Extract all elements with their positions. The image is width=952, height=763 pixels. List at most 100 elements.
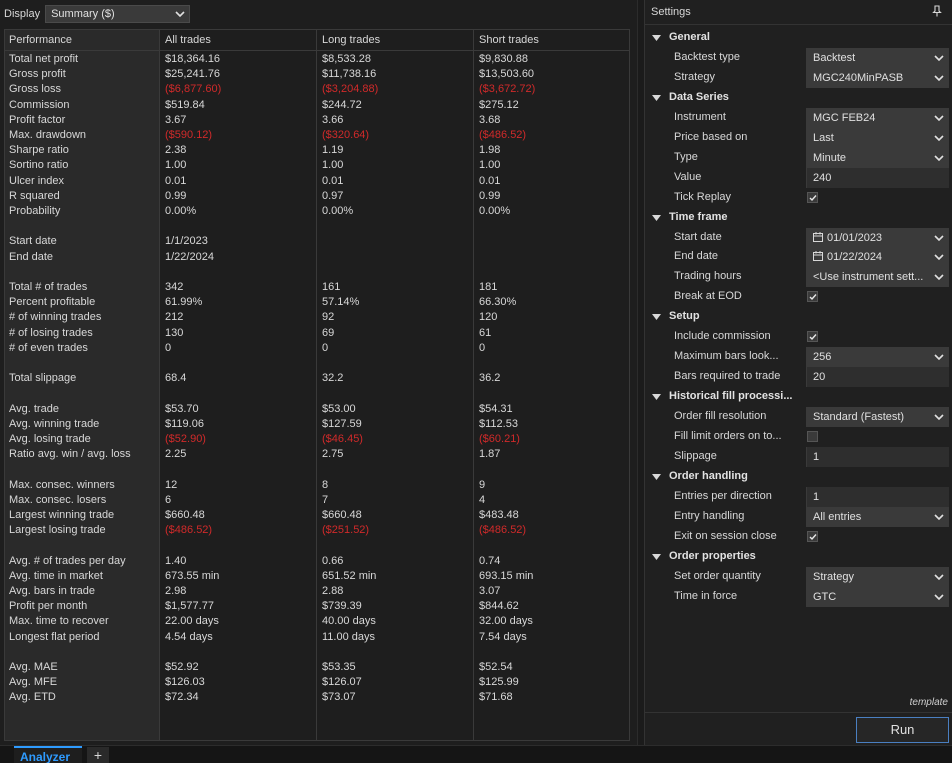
settings-category[interactable]: Order properties: [645, 547, 952, 567]
collapse-arrow-icon[interactable]: [652, 553, 661, 561]
property-value: 240: [813, 171, 832, 184]
row-label: Max. drawdown: [9, 129, 87, 141]
chevron-down-icon[interactable]: [934, 113, 944, 123]
short-trades-value: 36.2: [479, 372, 501, 385]
property-value: Backtest: [813, 52, 856, 64]
collapse-arrow-icon[interactable]: [652, 313, 661, 321]
property-label: Break at EOD: [674, 290, 742, 303]
collapse-arrow-icon[interactable]: [652, 393, 661, 401]
settings-property-row: Break at EOD: [645, 287, 952, 307]
property-dropdown[interactable]: GTC: [806, 586, 949, 607]
pin-icon[interactable]: [932, 5, 942, 17]
property-dropdown[interactable]: 01/22/2024: [806, 247, 949, 268]
all-trades-value: 0.00%: [165, 205, 197, 217]
property-dropdown[interactable]: Backtest: [806, 48, 949, 68]
column-header-performance[interactable]: Performance: [9, 30, 72, 50]
settings-property-row: Include commission: [645, 327, 952, 347]
row-label: Probability: [9, 205, 61, 217]
run-button[interactable]: Run: [856, 717, 949, 743]
settings-category[interactable]: Order handling: [645, 467, 952, 487]
property-value: Standard (Fastest): [813, 411, 905, 424]
chevron-down-icon[interactable]: [934, 412, 944, 422]
settings-property-row: End date 01/22/2024: [645, 247, 952, 268]
all-trades-value: 2.38: [165, 144, 187, 157]
all-trades-value: ($486.52): [165, 524, 213, 537]
property-input[interactable]: 1: [806, 446, 949, 467]
chevron-down-icon[interactable]: [934, 53, 944, 63]
row-label: Avg. MAE: [9, 661, 58, 673]
column-header-long-trades[interactable]: Long trades: [322, 30, 380, 50]
chevron-down-icon[interactable]: [934, 352, 944, 362]
property-dropdown[interactable]: MGC240MinPASB: [806, 67, 949, 88]
property-checkbox[interactable]: [807, 291, 818, 303]
all-trades-value: 1.40: [165, 554, 187, 567]
property-dropdown[interactable]: 256: [806, 347, 949, 368]
settings-property-row: Slippage 1: [645, 446, 952, 467]
collapse-arrow-icon[interactable]: [652, 34, 661, 42]
property-dropdown[interactable]: Last: [806, 127, 949, 148]
property-label: Exit on session close: [674, 529, 777, 542]
row-label: Percent profitable: [9, 296, 96, 309]
property-dropdown[interactable]: MGC FEB24: [806, 107, 949, 128]
column-divider: [473, 30, 474, 740]
settings-property-row: Bars required to trade 20: [645, 367, 952, 388]
chevron-down-icon[interactable]: [934, 252, 944, 262]
settings-property-row: Time in force GTC: [645, 586, 952, 607]
settings-category[interactable]: Historical fill processi...: [645, 387, 952, 407]
collapse-arrow-icon[interactable]: [652, 473, 661, 481]
property-input[interactable]: 20: [806, 367, 949, 388]
short-trades-value: $9,830.88: [479, 53, 528, 65]
chevron-down-icon[interactable]: [934, 153, 944, 163]
chevron-down-icon[interactable]: [934, 133, 944, 143]
property-label: Set order quantity: [674, 569, 761, 582]
chevron-down-icon[interactable]: [934, 272, 944, 282]
display-select[interactable]: Summary ($): [45, 5, 191, 23]
settings-category[interactable]: General: [645, 28, 952, 48]
settings-category[interactable]: Time frame: [645, 208, 952, 228]
calendar-icon[interactable]: [813, 231, 823, 242]
collapse-arrow-icon[interactable]: [652, 94, 661, 102]
short-trades-value: 0.74: [479, 554, 501, 567]
tab-bar: Analyzer +: [0, 745, 952, 763]
property-dropdown[interactable]: Minute: [806, 147, 949, 168]
chevron-down-icon[interactable]: [934, 73, 944, 83]
long-trades-value: 40.00 days: [322, 615, 376, 628]
chevron-down-icon[interactable]: [934, 233, 944, 243]
property-input[interactable]: 1: [806, 486, 949, 507]
property-dropdown[interactable]: Standard (Fastest): [806, 407, 949, 428]
property-checkbox[interactable]: [807, 331, 818, 343]
column-header-all-trades[interactable]: All trades: [165, 30, 211, 50]
settings-property-row: Type Minute: [645, 147, 952, 168]
all-trades-value: 6: [165, 493, 172, 506]
tab-analyzer[interactable]: Analyzer: [14, 746, 82, 763]
chevron-down-icon[interactable]: [934, 572, 944, 582]
short-trades-value: 1.87: [479, 448, 501, 461]
chevron-down-icon[interactable]: [934, 592, 944, 602]
add-tab-button[interactable]: +: [87, 747, 109, 763]
settings-property-row: Fill limit orders on to...: [645, 427, 952, 447]
row-label: Avg. trade: [9, 402, 59, 415]
settings-category[interactable]: Data Series: [645, 88, 952, 108]
column-header-short-trades[interactable]: Short trades: [479, 30, 539, 50]
settings-category[interactable]: Setup: [645, 307, 952, 327]
property-value: Strategy: [813, 570, 854, 583]
row-label: Largest losing trade: [9, 524, 106, 537]
property-checkbox[interactable]: [807, 431, 818, 442]
collapse-arrow-icon[interactable]: [652, 214, 661, 222]
property-dropdown[interactable]: <Use instrument sett...: [806, 267, 949, 288]
calendar-icon[interactable]: [813, 251, 823, 262]
property-value: MGC240MinPASB: [813, 71, 904, 84]
property-checkbox[interactable]: [807, 530, 818, 542]
row-label: End date: [9, 250, 54, 263]
property-checkbox[interactable]: [807, 191, 818, 203]
settings-property-row: Instrument MGC FEB24: [645, 107, 952, 128]
long-trades-value: 57.14%: [322, 296, 360, 309]
chevron-down-icon[interactable]: [934, 512, 944, 522]
long-trades-value: 0.97: [322, 189, 344, 202]
all-trades-value: $53.70: [165, 402, 199, 415]
template-link[interactable]: template: [910, 697, 948, 708]
property-dropdown[interactable]: 01/01/2023: [806, 227, 949, 248]
property-dropdown[interactable]: All entries: [806, 506, 949, 527]
property-input[interactable]: 240: [806, 167, 949, 188]
property-dropdown[interactable]: Strategy: [806, 566, 949, 587]
